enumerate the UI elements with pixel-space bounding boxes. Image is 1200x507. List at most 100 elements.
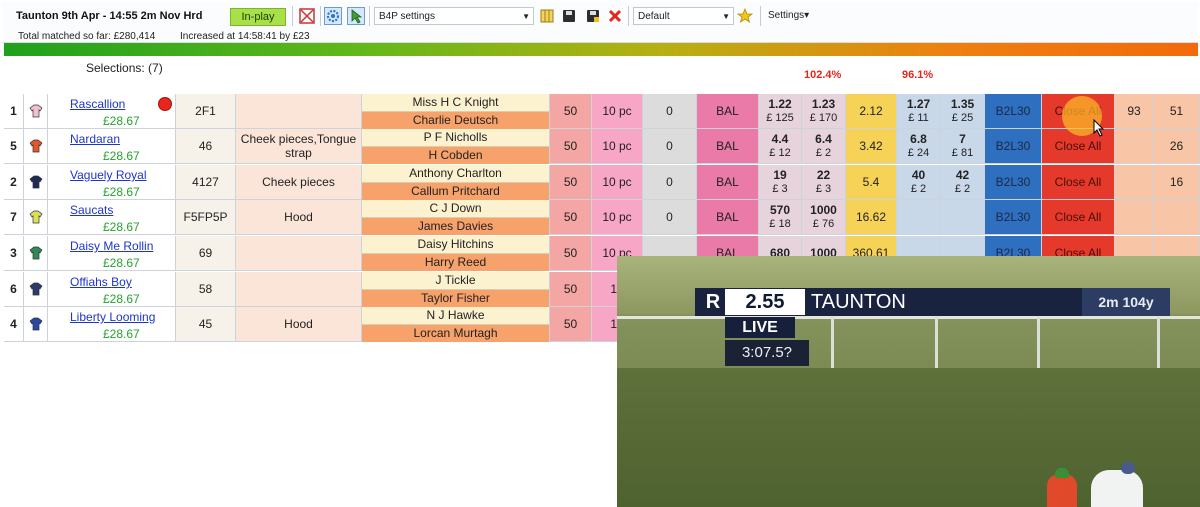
lay-amount: £ 24 [907, 147, 930, 159]
runner-name-link[interactable]: Offiahs Boy [70, 275, 132, 289]
video-rail [617, 316, 1200, 319]
runner-name-cell: Saucats £28.67 [48, 200, 176, 235]
runner-name-link[interactable]: Vaguely Royal [70, 168, 147, 182]
lay-amount: £ 2 [910, 183, 927, 195]
save-icon[interactable] [560, 7, 578, 25]
selections-count: Selections: (7) [86, 61, 163, 75]
runner-name-link[interactable]: Saucats [70, 203, 113, 217]
save-as-icon[interactable] [584, 7, 602, 25]
jockey-silk-icon [29, 317, 42, 331]
headgear-cell: Cheek pieces,Tongue strap [236, 129, 362, 164]
lay-price-2[interactable]: 42 £ 2 [941, 165, 985, 200]
runner-name-part[interactable]: Looming [109, 310, 155, 324]
lay-price-2[interactable] [941, 200, 985, 235]
rail-post [1037, 316, 1040, 368]
form-cell: 58 [176, 272, 236, 307]
settings-menu[interactable]: Settings▾ [768, 10, 809, 21]
back-price-1[interactable]: 22 £ 3 [802, 165, 846, 200]
chevron-down-icon: ▼ [522, 12, 530, 21]
back-price-1[interactable]: 1.23 £ 170 [802, 94, 846, 129]
lay-price-1[interactable]: 40 £ 2 [897, 165, 941, 200]
back-price: 570 [769, 203, 791, 217]
pc-cell[interactable]: 10 pc [592, 165, 643, 200]
b2l-button[interactable]: B2L30 [985, 200, 1042, 235]
runner-number: 1 [4, 94, 24, 129]
stake-cell[interactable]: 50 [550, 165, 592, 200]
lay-price-1[interactable]: 1.27 £ 11 [897, 94, 941, 129]
balance-button[interactable]: BAL [697, 94, 759, 129]
headgear-cell [236, 236, 362, 271]
jockey-name: Charlie Deutsch [362, 111, 549, 129]
toolbar: Taunton 9th Apr - 14:55 2m Nov Hrd In-pl… [2, 2, 1198, 43]
chevron-down-icon: ▼ [722, 12, 730, 21]
b2l-button[interactable]: B2L30 [985, 94, 1042, 129]
back-price-1[interactable]: 1000 £ 76 [802, 200, 846, 235]
favourite-star-icon[interactable] [736, 7, 754, 25]
runner-name-link[interactable]: Rascallion [70, 97, 125, 111]
runner-name-part[interactable]: Rascallion [70, 97, 125, 111]
jockey-name: H Cobden [362, 146, 549, 164]
race-title: Taunton 9th Apr - 14:55 2m Nov Hrd [16, 10, 203, 22]
runner-name-part[interactable]: Me [103, 239, 120, 253]
view-select[interactable]: Default ▼ [633, 7, 734, 25]
chart-off-icon[interactable] [298, 7, 316, 25]
close-all-button[interactable]: Close All [1042, 165, 1115, 200]
back-price-2[interactable]: 1.22 £ 125 [759, 94, 802, 129]
runner-name-part[interactable]: Vaguely [70, 168, 112, 182]
stake-cell[interactable]: 50 [550, 129, 592, 164]
runner-name-link[interactable]: Liberty Looming [70, 310, 155, 324]
trainer-name: Anthony Charlton [362, 164, 549, 183]
video-stream[interactable]: R 2.55 TAUNTON 2m 104y LIVE 3:07.5? [617, 256, 1200, 507]
back-price-1[interactable]: 6.4 £ 2 [802, 129, 846, 164]
stake-cell[interactable]: 50 [550, 272, 592, 307]
lay-amount: £ 2 [954, 183, 971, 195]
stake-cell[interactable]: 50 [550, 236, 592, 271]
back-price-2[interactable]: 570 £ 18 [759, 200, 802, 235]
stake-cell[interactable]: 50 [550, 307, 592, 342]
balance-button[interactable]: BAL [697, 200, 759, 235]
lay-price-1[interactable]: 6.8 £ 24 [897, 129, 941, 164]
runner-name-part[interactable]: Liberty [70, 310, 106, 324]
inplay-badge[interactable]: In-play [230, 8, 286, 26]
runner-number: 4 [4, 307, 24, 342]
runner-name-part[interactable]: Daisy [70, 239, 100, 253]
video-distance: 2m 104y [1082, 288, 1170, 316]
runner-name-part[interactable]: Royal [116, 168, 147, 182]
pc-cell[interactable]: 10 pc [592, 200, 643, 235]
close-all-button[interactable]: Close All [1042, 200, 1115, 235]
lay-price: 1.27 [906, 97, 931, 111]
b2l-button[interactable]: B2L30 [985, 129, 1042, 164]
runner-name-link[interactable]: Nardaran [70, 132, 120, 146]
lay-price-2[interactable]: 7 £ 81 [941, 129, 985, 164]
silk-cell [24, 307, 48, 342]
balance-button[interactable]: BAL [697, 165, 759, 200]
runner-name-part[interactable]: Offiahs [70, 275, 108, 289]
form-cell: 2F1 [176, 94, 236, 129]
settings-profile-select[interactable]: B4P settings ▼ [374, 7, 534, 25]
pointer-tool-icon[interactable] [347, 7, 365, 25]
b2l-button[interactable]: B2L30 [985, 165, 1042, 200]
runner-name-part[interactable]: Nardaran [70, 132, 120, 146]
runner-name-link[interactable]: Daisy Me Rollin [70, 239, 153, 253]
runner-name-part[interactable]: Saucats [70, 203, 113, 217]
back-price-2[interactable]: 19 £ 3 [759, 165, 802, 200]
runner-amount: £28.67 [103, 327, 140, 341]
pc-cell[interactable]: 10 pc [592, 94, 643, 129]
lay-price-2[interactable]: 1.35 £ 25 [941, 94, 985, 129]
stake-cell[interactable]: 50 [550, 200, 592, 235]
pc-cell[interactable]: 10 pc [592, 129, 643, 164]
settings-gear-icon[interactable] [324, 7, 342, 25]
lay-price-1[interactable] [897, 200, 941, 235]
form-cell: 69 [176, 236, 236, 271]
back-price-2[interactable]: 4.4 £ 12 [759, 129, 802, 164]
runner-name-part[interactable]: Rollin [123, 239, 153, 253]
video-live-badge: LIVE [725, 317, 795, 338]
runner-name-part[interactable]: Boy [111, 275, 132, 289]
silk-cell [24, 236, 48, 271]
columns-icon[interactable] [538, 7, 556, 25]
back-price: 4.4 [771, 132, 789, 146]
balance-button[interactable]: BAL [697, 129, 759, 164]
racing-tv-logo-icon: R [705, 291, 721, 313]
delete-icon[interactable] [606, 7, 624, 25]
stake-cell[interactable]: 50 [550, 94, 592, 129]
